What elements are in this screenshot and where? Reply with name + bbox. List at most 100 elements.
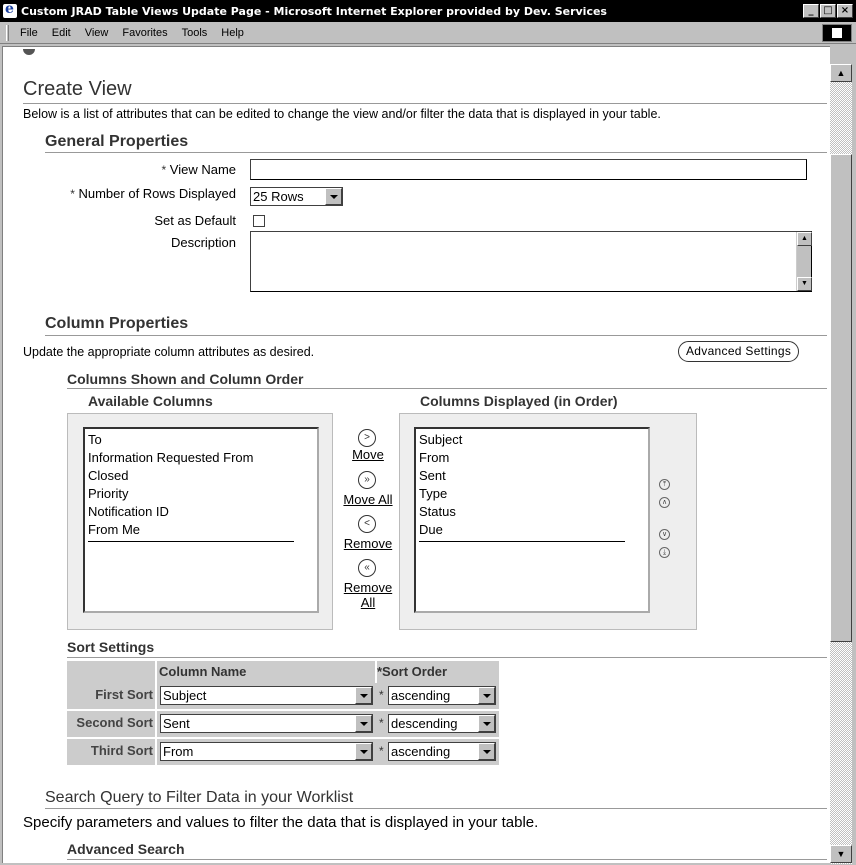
search-query-heading: Search Query to Filter Data in your Work…: [45, 789, 354, 806]
third-sort-label: Third Sort: [67, 739, 155, 765]
third-sort-order-value: ascending: [391, 744, 451, 759]
move-up-icon[interactable]: ∧: [659, 497, 670, 508]
first-sort-order-value: ascending: [391, 688, 451, 703]
menu-bar: File Edit View Favorites Tools Help: [0, 22, 856, 44]
scroll-down-button[interactable]: ▼: [830, 845, 852, 863]
required-marker: *: [379, 688, 384, 702]
scroll-up-button[interactable]: ▲: [830, 64, 852, 82]
list-item[interactable]: Priority: [88, 485, 314, 503]
first-sort-column-select[interactable]: Subject: [160, 686, 373, 705]
move-to-top-icon[interactable]: ⤒: [659, 479, 670, 490]
description-textarea[interactable]: ▲ ▼: [250, 231, 812, 292]
available-columns-list[interactable]: To Information Requested From Closed Pri…: [83, 427, 319, 613]
remove-link[interactable]: Remove: [333, 536, 403, 551]
scroll-thumb[interactable]: [830, 154, 852, 642]
advanced-settings-button[interactable]: Advanced Settings: [678, 341, 800, 362]
search-instructions: Specify parameters and values to filter …: [23, 814, 539, 831]
required-marker: *: [379, 744, 384, 758]
column-name-header: Column Name: [157, 661, 375, 683]
column-instructions: Update the appropriate column attributes…: [23, 345, 315, 359]
sort-settings-heading: Sort Settings: [67, 639, 155, 655]
list-item[interactable]: Type: [419, 485, 645, 503]
list-item[interactable]: Subject: [419, 431, 645, 449]
scroll-down-icon[interactable]: ▼: [797, 277, 812, 291]
displayed-columns-list[interactable]: Subject From Sent Type Status Due: [414, 427, 650, 613]
required-marker: *: [70, 187, 75, 201]
move-all-link[interactable]: Move All: [333, 492, 403, 507]
menu-file[interactable]: File: [13, 27, 45, 39]
second-sort-column-select[interactable]: Sent: [160, 714, 373, 733]
list-item[interactable]: Due: [419, 521, 645, 539]
list-item[interactable]: From Me: [88, 521, 314, 539]
third-sort-order-select[interactable]: ascending: [388, 742, 496, 761]
minimize-button[interactable]: _: [803, 4, 819, 18]
list-separator: [419, 541, 625, 542]
second-sort-order-value: descending: [391, 716, 458, 731]
third-sort-column-select[interactable]: From: [160, 742, 373, 761]
ie-icon: [3, 1, 17, 18]
view-name-input[interactable]: [250, 159, 807, 180]
advanced-search-rule: [67, 859, 827, 860]
chevron-down-icon: [478, 687, 495, 704]
set-default-checkbox[interactable]: [253, 215, 265, 227]
move-all-icon[interactable]: »: [358, 471, 376, 489]
third-sort-column-value: From: [163, 744, 194, 759]
list-item[interactable]: To: [88, 431, 314, 449]
first-sort-label: First Sort: [67, 683, 155, 709]
first-sort-order-select[interactable]: ascending: [388, 686, 496, 705]
second-sort-order-select[interactable]: descending: [388, 714, 496, 733]
menu-edit[interactable]: Edit: [45, 27, 78, 39]
page-corner-decoration: [23, 49, 35, 55]
description-label: Description: [170, 235, 236, 250]
sort-header-blank: [67, 661, 155, 683]
menu-tools[interactable]: Tools: [175, 27, 215, 39]
page-intro: Below is a list of attributes that can b…: [23, 107, 661, 121]
sort-rule: [67, 657, 827, 658]
remove-icon[interactable]: <: [358, 515, 376, 533]
list-item[interactable]: Notification ID: [88, 503, 314, 521]
chevron-down-icon: [478, 743, 495, 760]
list-item[interactable]: Closed: [88, 467, 314, 485]
move-link[interactable]: Move: [338, 447, 398, 462]
chevron-down-icon: [355, 743, 372, 760]
close-button[interactable]: ×: [837, 4, 853, 18]
menu-view[interactable]: View: [78, 27, 116, 39]
list-separator: [88, 541, 294, 542]
list-item[interactable]: Status: [419, 503, 645, 521]
maximize-button[interactable]: □: [820, 4, 836, 18]
scroll-up-icon[interactable]: ▲: [797, 232, 812, 246]
chevron-down-icon: [478, 715, 495, 732]
remove-all-icon[interactable]: «: [358, 559, 376, 577]
chevron-down-icon: [355, 715, 372, 732]
description-scrollbar[interactable]: ▲ ▼: [796, 232, 812, 291]
windows-logo-icon: [822, 24, 852, 42]
column-rule: [45, 335, 827, 336]
chevron-down-icon: [325, 188, 342, 205]
move-down-icon[interactable]: ∨: [659, 529, 670, 540]
available-columns-heading: Available Columns: [88, 393, 213, 409]
menu-favorites[interactable]: Favorites: [115, 27, 174, 39]
remove-all-link[interactable]: Remove All: [333, 580, 403, 610]
move-icon[interactable]: >: [358, 429, 376, 447]
title-rule: [23, 103, 827, 104]
move-to-bottom-icon[interactable]: ⤓: [659, 547, 670, 558]
view-name-label: * View Name: [161, 162, 236, 177]
search-rule: [45, 808, 827, 809]
required-marker: *: [379, 716, 384, 730]
window-title-bar: Custom JRAD Table Views Update Page - Mi…: [0, 0, 856, 22]
sort-order-header: *Sort Order: [377, 661, 499, 683]
set-default-label: Set as Default: [154, 213, 236, 228]
advanced-search-heading: Advanced Search: [67, 841, 185, 857]
list-item[interactable]: Information Requested From: [88, 449, 314, 467]
columns-shown-heading: Columns Shown and Column Order: [67, 371, 304, 387]
menu-help[interactable]: Help: [214, 27, 251, 39]
list-item[interactable]: Sent: [419, 467, 645, 485]
second-sort-column-value: Sent: [163, 716, 190, 731]
chevron-down-icon: [355, 687, 372, 704]
window-title: Custom JRAD Table Views Update Page - Mi…: [21, 4, 607, 18]
column-properties-heading: Column Properties: [45, 315, 189, 332]
general-properties-heading: General Properties: [45, 133, 189, 150]
rows-displayed-value: 25 Rows: [253, 189, 304, 204]
list-item[interactable]: From: [419, 449, 645, 467]
rows-displayed-select[interactable]: 25 Rows: [250, 187, 343, 206]
